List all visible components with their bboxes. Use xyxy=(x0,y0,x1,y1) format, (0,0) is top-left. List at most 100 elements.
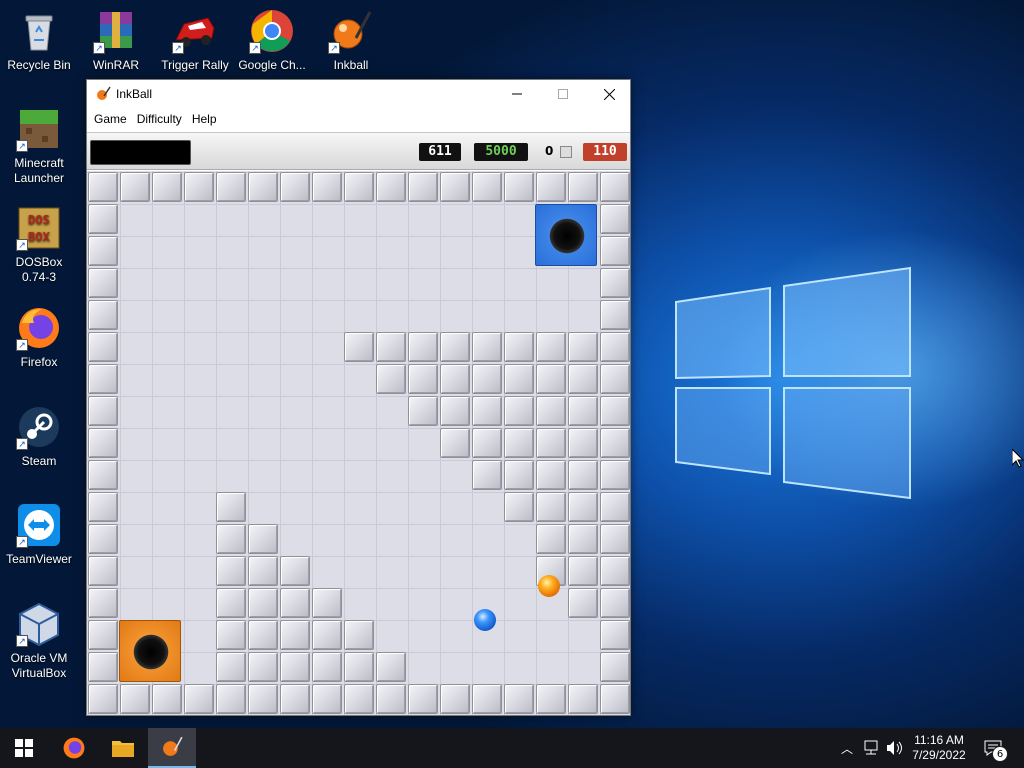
wall-tile xyxy=(88,588,118,618)
desktop-icon-teamviewer[interactable]: ↗ TeamViewer xyxy=(1,502,77,567)
wall-tile xyxy=(568,524,598,554)
wall-tile xyxy=(248,524,278,554)
desktop-icon-inkball[interactable]: ↗ Inkball xyxy=(313,8,389,73)
wall-tile xyxy=(408,684,438,714)
wall-tile xyxy=(376,172,406,202)
wall-tile xyxy=(248,556,278,586)
menu-help[interactable]: Help xyxy=(187,112,222,126)
wall-tile xyxy=(312,684,342,714)
taskbar-firefox[interactable] xyxy=(50,728,98,768)
wall-tile xyxy=(280,172,310,202)
mouse-cursor-icon xyxy=(1012,449,1024,468)
desktop-icon-recycle-bin[interactable]: Recycle Bin xyxy=(1,8,77,73)
wall-tile xyxy=(504,428,534,458)
wall-tile xyxy=(568,364,598,394)
close-button[interactable] xyxy=(586,80,632,108)
wall-tile xyxy=(216,620,246,650)
menu-game[interactable]: Game xyxy=(89,112,132,126)
wall-tile xyxy=(280,556,310,586)
wall-tile xyxy=(536,332,566,362)
desktop-icon-virtualbox[interactable]: ↗ Oracle VM VirtualBox xyxy=(1,601,77,681)
wall-tile xyxy=(280,620,310,650)
wall-tile xyxy=(600,236,630,266)
maximize-button[interactable] xyxy=(540,80,586,108)
desktop-icon-google-chrome[interactable]: ↗ Google Ch... xyxy=(234,8,310,73)
desktop-icon-label: Minecraft Launcher xyxy=(13,156,65,185)
wall-tile xyxy=(568,428,598,458)
wall-tile xyxy=(312,652,342,682)
taskbar: ︿ 11:16 AM 7/29/2022 6 xyxy=(0,728,1024,768)
start-button[interactable] xyxy=(0,728,48,768)
wall-tile xyxy=(376,684,406,714)
wall-tile xyxy=(88,620,118,650)
wall-tile xyxy=(408,172,438,202)
wall-tile xyxy=(440,172,470,202)
wall-tile xyxy=(568,556,598,586)
desktop-icon-label: Trigger Rally xyxy=(161,58,229,72)
desktop-icon-firefox[interactable]: ↗ Firefox xyxy=(1,305,77,370)
notification-count-badge: 6 xyxy=(992,746,1008,762)
wall-tile xyxy=(536,364,566,394)
wall-tile xyxy=(344,332,374,362)
taskbar-inkball[interactable] xyxy=(148,728,196,768)
wall-tile xyxy=(152,684,182,714)
wall-tile xyxy=(440,364,470,394)
wall-tile xyxy=(440,332,470,362)
desktop-icon-label: Steam xyxy=(21,454,57,468)
volume-button[interactable] xyxy=(884,728,906,768)
wall-tile xyxy=(472,428,502,458)
taskbar-file-explorer[interactable] xyxy=(99,728,147,768)
recycle-bin-icon xyxy=(25,15,53,51)
desktop-icon-winrar[interactable]: ↗ WinRAR xyxy=(78,8,154,73)
show-hidden-icons-button[interactable]: ︿ xyxy=(838,728,856,768)
desktop-icon-trigger-rally[interactable]: ↗ Trigger Rally xyxy=(157,8,233,73)
wall-tile xyxy=(344,172,374,202)
orange-hole xyxy=(119,620,181,682)
wall-tile xyxy=(600,652,630,682)
wall-tile xyxy=(120,684,150,714)
wall-tile xyxy=(472,396,502,426)
wall-tile xyxy=(440,428,470,458)
taskbar-clock[interactable]: 11:16 AM 7/29/2022 xyxy=(910,728,968,768)
action-center-button[interactable]: 6 xyxy=(978,728,1008,768)
wall-tile xyxy=(568,684,598,714)
menu-difficulty[interactable]: Difficulty xyxy=(132,112,187,126)
desktop-icon-minecraft[interactable]: ↗ Minecraft Launcher xyxy=(1,106,77,186)
inkball-icon xyxy=(163,736,183,756)
blue-hole xyxy=(535,204,597,266)
wall-tile xyxy=(440,684,470,714)
wall-tile xyxy=(408,396,438,426)
wall-tile xyxy=(88,236,118,266)
wall-tile xyxy=(88,364,118,394)
wall-tile xyxy=(184,172,214,202)
wall-tile xyxy=(216,492,246,522)
wall-tile xyxy=(376,332,406,362)
wall-tile xyxy=(376,364,406,394)
wall-tile xyxy=(312,620,342,650)
wall-tile xyxy=(504,396,534,426)
wall-tile xyxy=(248,620,278,650)
wall-tile xyxy=(408,364,438,394)
wall-tile xyxy=(88,428,118,458)
network-button[interactable] xyxy=(860,728,882,768)
desktop-icon-dosbox[interactable]: DOS BOX ↗ DOSBox 0.74-3 xyxy=(1,205,77,285)
inkball-app-icon xyxy=(97,86,111,100)
clock-time: 11:16 AM xyxy=(914,733,964,747)
wall-tile xyxy=(344,684,374,714)
minimize-button[interactable] xyxy=(494,80,540,108)
wall-tile xyxy=(600,556,630,586)
wall-tile xyxy=(280,684,310,714)
wall-tile xyxy=(216,556,246,586)
wall-tile xyxy=(88,524,118,554)
windows-logo-wallpaper xyxy=(675,266,911,500)
desktop-icon-steam[interactable]: ↗ Steam xyxy=(1,404,77,469)
wall-tile xyxy=(344,620,374,650)
window-titlebar[interactable]: InkBall xyxy=(87,80,630,108)
wall-tile xyxy=(600,684,630,714)
wall-tile xyxy=(600,300,630,330)
game-board[interactable] xyxy=(87,171,630,715)
wall-tile xyxy=(536,684,566,714)
wall-tile xyxy=(344,652,374,682)
wall-tile xyxy=(536,396,566,426)
start-icon xyxy=(15,739,33,757)
